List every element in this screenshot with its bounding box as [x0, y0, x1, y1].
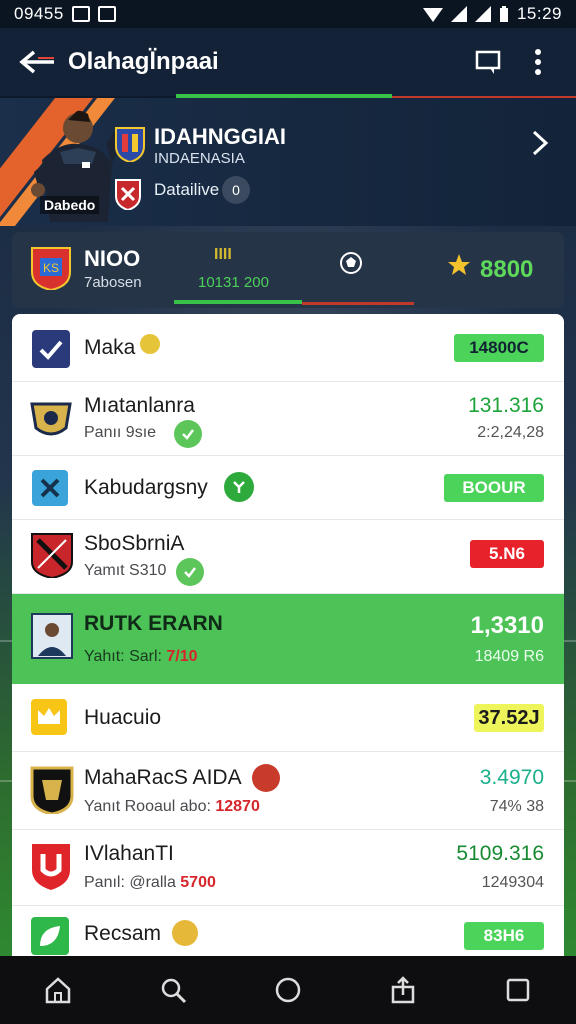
ball-icon [252, 764, 280, 792]
row-value-pill: 37.52J [474, 704, 544, 732]
row-value-pill: 14800C [454, 334, 544, 362]
row-sub: Yahıt: Sarl: 7/10 [84, 648, 198, 665]
row-sub: Yanıt Rooaul abo: 12870 [84, 798, 260, 815]
football-icon[interactable] [338, 250, 364, 276]
close-x-icon [32, 470, 68, 506]
row-value-pill: 83H6 [464, 922, 544, 950]
check-badge-icon [32, 330, 70, 368]
row-value: 1,3310 [470, 612, 544, 639]
row-value-pill: BOOUR [444, 474, 544, 502]
team-crest-icon [115, 127, 145, 162]
list-item[interactable]: Mıatanlanra Panıı 9sıe 131.316 2:2,24,28 [12, 382, 564, 456]
signal-icon [450, 6, 467, 22]
status-time: 15:29 [516, 4, 562, 23]
status-time-left: 09455 [14, 4, 64, 23]
stadium-icon: IIII [214, 246, 232, 263]
row-name: Huacuio [84, 706, 162, 729]
club-logo-icon: KS [31, 247, 71, 290]
battery-icon [499, 6, 508, 22]
player-avatar [31, 613, 73, 659]
image-notification-icon [71, 6, 90, 22]
row-name: MahaRacS AIDA [84, 766, 242, 789]
home-icon[interactable] [34, 966, 82, 1014]
shield-crest-icon [30, 766, 74, 814]
signal2-icon [474, 6, 491, 22]
medal-icon [172, 920, 198, 946]
hero-detail-label: Datailive [154, 180, 220, 199]
eagle-crest-icon [30, 402, 72, 436]
row-name: Mıatanlanra [84, 394, 195, 417]
row-value: 3.4970 [479, 766, 544, 789]
app-bar: Olahagl̈npaai [0, 28, 576, 96]
search-icon[interactable] [149, 966, 197, 1014]
score-card-points: 8800 [480, 256, 534, 283]
home-circle-icon[interactable] [264, 966, 312, 1014]
list-item[interactable]: Maka 14800C [12, 314, 564, 382]
chevron-right-icon[interactable] [526, 128, 554, 158]
row-sub: Panıl: @ralla 5700 [84, 874, 216, 891]
gallery-notification-icon [97, 6, 116, 22]
row-value-sub: 2:2,24,28 [477, 424, 544, 441]
verified-icon [174, 420, 202, 448]
status-bar: 09455 15:29 [0, 0, 576, 28]
crown-icon [31, 699, 67, 735]
row-name: SboSbrniA [84, 532, 185, 555]
score-tab-underline [174, 300, 302, 304]
hero-detail-badge[interactable]: 0 [222, 176, 250, 204]
star-icon [448, 254, 470, 275]
row-name: Kabudargsny [84, 476, 208, 499]
row-name: Recsam [84, 922, 162, 945]
score-tab-underline-red [302, 302, 414, 305]
team-hero-banner[interactable]: Dabedo IDAHNGGIAI INDAENASIA Datailive [0, 98, 576, 226]
list-item[interactable]: Kabudargsny BOOUR [12, 456, 564, 520]
list-item[interactable]: MahaRacS AIDA Yanıt Rooaul abo: 12870 3.… [12, 752, 564, 830]
score-card-value: 10131 200 [198, 274, 269, 291]
standings-list: Maka 14800C Mıatanlanra Panıı 9sıe 131.3… [12, 314, 564, 956]
u-crest-icon [32, 844, 70, 890]
country-flag-icon [115, 179, 141, 210]
score-card-name: NIOO [84, 246, 141, 271]
leaf-icon [224, 472, 254, 502]
leaf-crest-icon [31, 917, 69, 955]
list-item[interactable]: Recsam 83H6 [12, 906, 564, 956]
list-item[interactable]: SboSbrniA Yamıt S310 5.N6 [12, 520, 564, 594]
row-name: Maka [84, 336, 136, 359]
score-card[interactable]: KS NIOO 7abosen IIII 10131 200 8800 [12, 232, 564, 308]
row-value-pill: 5.N6 [470, 540, 544, 568]
row-value: 131.316 [468, 394, 544, 417]
player-tag: Dabedo [40, 196, 100, 214]
row-sub: Yamıt S310 [84, 562, 167, 579]
row-value-sub: 18409 R6 [474, 648, 544, 665]
list-item[interactable]: Huacuio 37.52J [12, 684, 564, 752]
row-name: IVlahanTI [84, 842, 174, 865]
app-title: Olahagl̈npaai [68, 48, 219, 75]
row-value: 5109.316 [456, 842, 544, 865]
more-options-icon[interactable] [518, 42, 558, 82]
recents-icon[interactable] [494, 966, 542, 1014]
row-name: RUTK ERARN [84, 612, 223, 635]
verified-icon [176, 558, 204, 586]
share-icon[interactable] [379, 966, 427, 1014]
wifi-icon [422, 8, 443, 22]
row-value-sub: 1249304 [481, 874, 544, 891]
score-card-sub: 7abosen [84, 274, 142, 291]
svg-text:KS: KS [43, 261, 59, 275]
hero-team-name: IDAHNGGIAI [154, 124, 286, 149]
list-item-highlighted[interactable]: RUTK ERARN Yahıt: Sarl: 7/10 1,3310 1840… [12, 594, 564, 684]
row-value-sub: 74% 38 [489, 798, 544, 815]
bottom-navigation [0, 956, 576, 1024]
sword-crest-icon [31, 533, 73, 578]
list-item[interactable]: IVlahanTI Panıl: @ralla 5700 5109.316 12… [12, 830, 564, 906]
message-icon[interactable] [468, 42, 508, 82]
row-sub: Panıı 9sıe [84, 424, 157, 441]
hero-country: INDAENASIA [154, 150, 245, 167]
coin-icon [140, 334, 160, 354]
back-arrow-icon[interactable] [18, 46, 58, 78]
